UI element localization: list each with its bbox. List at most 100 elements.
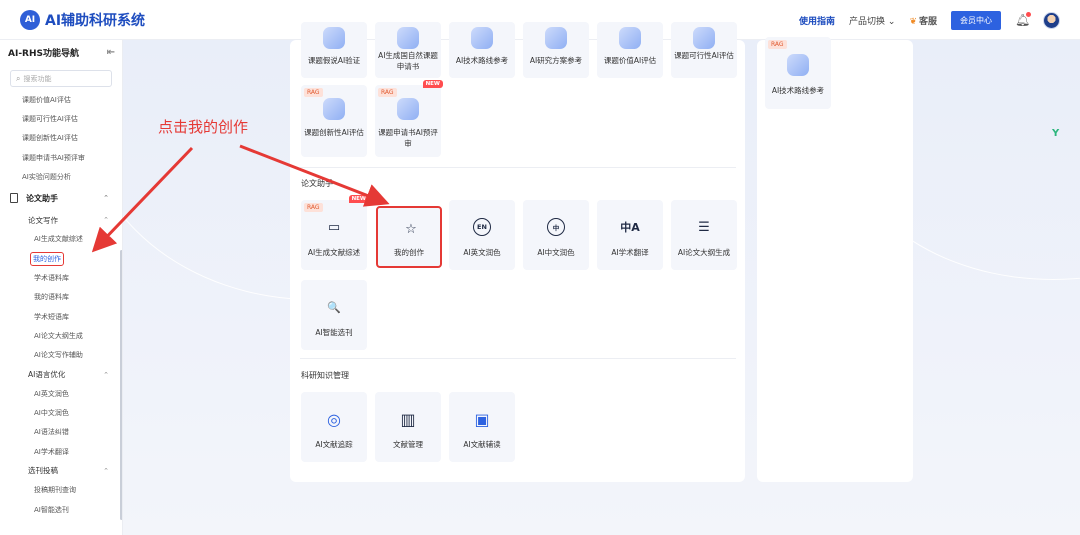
product-switch-dropdown[interactable]: 产品切换 ⌄ (849, 14, 895, 27)
sidebar-item-outline[interactable]: AI论文大纲生成 (0, 326, 122, 345)
card-my-creation[interactable]: ☆ 我的创作 (376, 206, 442, 268)
sidebar-nav: AI-RHS功能导航 ⇤ ⌕ 搜索功能 课题价值AI评估 课题可行性AI评估 课… (0, 40, 123, 535)
sidebar-item-cn-polish[interactable]: AI中文润色 (0, 403, 122, 422)
inbox-icon: ▭ (327, 219, 341, 235)
sidebar-item-value-eval[interactable]: 课题价值AI评估 (0, 90, 122, 109)
sidebar-header: AI-RHS功能导航 ⇤ (0, 40, 122, 64)
card-icon (396, 26, 420, 50)
card-translate[interactable]: 中A AI学术翻译 (597, 200, 663, 270)
service-button[interactable]: ❦ 客服 (909, 14, 937, 27)
rag-badge: RAG (378, 88, 397, 97)
section-divider (300, 167, 736, 168)
trend-icon (786, 53, 810, 77)
card-label: 课题申请书AI预评审 (378, 128, 438, 148)
card-icon (322, 26, 346, 50)
card-cn-polish[interactable]: 中 AI中文润色 (523, 200, 589, 270)
sidebar-sub-language[interactable]: AI语言优化 ⌃ (0, 365, 122, 384)
books-icon: ▥ (400, 409, 416, 429)
sidebar-item-academic-corpus[interactable]: 学术语料库 (0, 268, 122, 287)
card-label: AI技术路线参考 (771, 86, 825, 95)
card-label: AI英文润色 (463, 248, 501, 257)
search-placeholder: 搜索功能 (23, 74, 52, 83)
sidebar-sub-writing[interactable]: 论文写作 ⌃ (0, 210, 122, 229)
zh-icon: 中 (544, 215, 568, 239)
sidebar-list: 课题价值AI评估 课题可行性AI评估 课题创新性AI评估 课题申请书AI预评审 … (0, 90, 122, 519)
sidebar-item-my-corpus[interactable]: 我的语料库 (0, 288, 122, 307)
card-label: AI生成文献综述 (307, 248, 361, 257)
journal-search-icon: 🔍 (327, 300, 341, 314)
sidebar-item-phrase-bank[interactable]: 学术短语库 (0, 307, 122, 326)
sidebar-item-journal-select[interactable]: AI智能选刊 (0, 500, 122, 519)
sidebar-item-translate[interactable]: AI学术翻译 (0, 442, 122, 461)
translate-icon: 中A (620, 221, 640, 234)
card-label: AI生成国自然课题申请书 (378, 51, 438, 71)
card-feasibility[interactable]: 课题可行性AI评估 (671, 22, 737, 78)
star-document-icon: ☆ (405, 221, 417, 237)
card-lit-review[interactable]: RAG NEW ▭ AI生成文献综述 (301, 195, 369, 270)
sidebar-item-grammar[interactable]: AI语法纠错 (0, 423, 122, 442)
card-tech-route[interactable]: AI技术路线参考 (449, 22, 515, 78)
sidebar-item-my-creation-label: 我的创作 (30, 251, 64, 266)
reader-icon: ▣ (474, 409, 490, 429)
card-label: AI研究方案参考 (529, 56, 583, 65)
section-title-knowledge: 科研知识管理 (301, 371, 349, 380)
card-lit-tracking[interactable]: ◎ AI文献追踪 (301, 392, 367, 462)
sidebar-title: AI-RHS功能导航 (8, 48, 79, 59)
card-label: AI学术翻译 (611, 248, 649, 257)
rag-badge: RAG (304, 203, 323, 212)
card-nsfc-proposal[interactable]: AI生成国自然课题申请书 (375, 22, 441, 78)
card-label: AI中文润色 (537, 248, 575, 257)
member-center-button[interactable]: 会员中心 (951, 10, 1001, 30)
sidebar-group-paper[interactable]: 论文助手 ⌃ (0, 186, 122, 210)
card-label: AI智能选刊 (315, 328, 353, 337)
card-en-polish[interactable]: EN AI英文润色 (449, 200, 515, 270)
app-title: AI辅助科研系统 (45, 12, 146, 29)
card-label: 文献管理 (393, 440, 423, 449)
sidebar-item-proposal-review[interactable]: 课题申请书AI预评审 (0, 148, 122, 167)
card-value-eval[interactable]: 课题价值AI评估 (597, 22, 663, 78)
sidebar-item-writing-assist[interactable]: AI论文写作辅助 (0, 346, 122, 365)
sidebar-scrollbar[interactable] (120, 250, 122, 520)
sidebar-item-en-polish[interactable]: AI英文润色 (0, 384, 122, 403)
guide-link[interactable]: 使用指南 (799, 14, 835, 27)
sidebar-item-innovation[interactable]: 课题创新性AI评估 (0, 129, 122, 148)
card-label: AI文献追踪 (315, 440, 353, 449)
card-label: 课题价值AI评估 (603, 56, 657, 65)
target-icon: ◎ (327, 409, 341, 429)
section-divider (300, 358, 736, 359)
card-icon (544, 26, 568, 50)
card-proposal-prereview[interactable]: RAG NEW 课题申请书AI预评审 (375, 80, 443, 157)
card-outline[interactable]: ☰ AI论文大纲生成 (671, 200, 737, 270)
sidebar-sub-submit[interactable]: 选刊投稿 ⌃ (0, 461, 122, 480)
card-icon (618, 26, 642, 50)
card-tech-route-rag[interactable]: RAG AI技术路线参考 (765, 37, 831, 109)
avatar[interactable] (1043, 11, 1060, 29)
sidebar-sub-writing-label: 论文写作 (28, 215, 58, 225)
sidebar-item-feasibility[interactable]: 课题可行性AI评估 (0, 109, 122, 128)
search-icon: ⌕ (16, 73, 21, 83)
bell-icon[interactable]: 🔔︎ (1015, 12, 1031, 27)
card-lit-management[interactable]: ▥ 文献管理 (375, 392, 441, 462)
card-journal-select[interactable]: 🔍 AI智能选刊 (301, 280, 367, 350)
service-icon: ❦ (909, 16, 917, 27)
sidebar-item-lit-review[interactable]: AI生成文献综述 (0, 230, 122, 249)
collapse-sidebar-icon[interactable]: ⇤ (107, 47, 115, 58)
app-logo[interactable]: AI AI辅助科研系统 (20, 9, 146, 30)
document-icon (10, 193, 18, 204)
card-research-plan[interactable]: AI研究方案参考 (523, 22, 589, 78)
chevron-up-icon: ⌃ (103, 466, 109, 475)
sidebar-search-input[interactable]: ⌕ 搜索功能 (10, 70, 112, 87)
card-innovation-eval[interactable]: RAG 课题创新性AI评估 (301, 85, 367, 157)
card-icon (470, 26, 494, 50)
list-icon: ☰ (698, 219, 710, 235)
card-lit-reading[interactable]: ▣ AI文献辅读 (449, 392, 515, 462)
card-label: 课题创新性AI评估 (304, 128, 364, 137)
card-label: AI技术路线参考 (455, 56, 509, 65)
sidebar-item-journal-query[interactable]: 投稿期刊查询 (0, 481, 122, 500)
card-hypothesis[interactable]: 课题假说AI验证 (301, 22, 367, 78)
sidebar-item-my-creation[interactable]: 我的创作 (0, 249, 122, 268)
sidebar-item-experiment[interactable]: AI实验问题分析 (0, 167, 122, 186)
chevron-up-icon: ⌃ (103, 194, 109, 203)
card-icon (396, 97, 420, 121)
assistant-float-icon[interactable]: Y (1052, 128, 1066, 142)
